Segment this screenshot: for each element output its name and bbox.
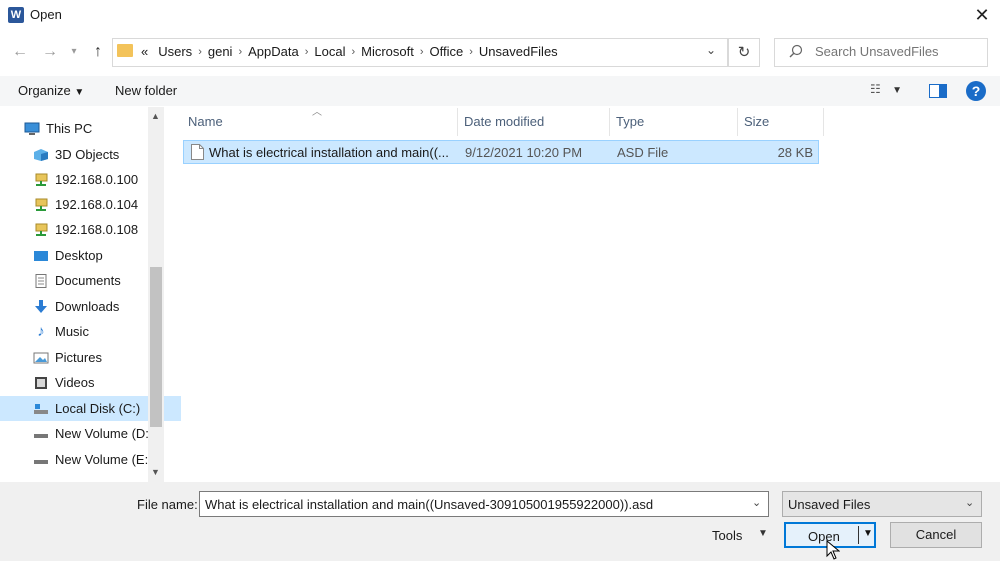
nav-item-label: New Volume (E:) [55,452,153,467]
file-date: 9/12/2021 10:20 PM [465,145,583,160]
breadcrumb-item[interactable]: Office [424,44,470,59]
desktop-icon [34,250,48,261]
nav-item-label: Documents [55,273,121,288]
file-row[interactable]: What is electrical installation and main… [183,140,819,164]
help-icon[interactable]: ? [966,81,986,101]
nav-item-label: 3D Objects [55,147,120,162]
music-icon: ♪ [37,322,45,340]
forward-arrow-icon: → [42,43,58,60]
search-box[interactable] [774,38,988,67]
videos-icon [35,376,47,389]
file-type: ASD File [617,145,669,160]
window-title: Open [30,7,62,22]
tools-button[interactable]: Tools [712,528,742,543]
drive-icon [34,459,48,464]
search-icon [789,44,803,58]
disk-icon [34,403,48,414]
nav-item-label: Downloads [55,299,120,314]
column-header-name[interactable]: Name [182,108,458,136]
file-icon [191,144,204,160]
split-divider [858,526,859,544]
word-app-icon: W [8,7,24,23]
title-bar: W Open ✕ [0,0,1000,30]
address-bar[interactable]: « Users › geni › AppData › Local › Microsoft… [112,38,728,67]
nav-item-label: This PC [46,121,93,136]
refresh-icon: ↻ [737,44,751,61]
nav-item-label: Desktop [55,248,103,263]
up-button[interactable]: ↑ [86,42,110,62]
recent-locations-button[interactable]: ▾ [62,42,86,62]
column-header-type[interactable]: Type [610,108,738,136]
search-input[interactable] [815,44,980,59]
organize-button[interactable]: Organize ▼ [18,83,84,98]
chevron-down-icon: ▾ [71,46,77,57]
change-view-button[interactable]: ☷ ▼ [870,82,910,100]
chevron-down-icon: ⌄ [705,43,717,57]
breadcrumb-overflow[interactable]: « [137,44,152,59]
command-bar: Organize ▼ New folder ☷ ▼ ? [0,76,1000,106]
scrollbar-thumb[interactable] [150,267,162,427]
scroll-down-icon[interactable]: ▼ [151,467,160,477]
file-name-value: What is electrical installation and main… [205,497,654,512]
nav-item-label: Pictures [55,350,102,365]
caret-down-icon: ▼ [74,87,85,98]
nav-item-label: New Volume (D: [55,426,149,441]
network-drive-icon [35,198,48,211]
organize-label: Organize [18,83,71,98]
nav-item-label: Music [55,324,89,339]
scroll-up-icon[interactable]: ▲ [151,111,160,121]
nav-item-label: Videos [55,375,95,390]
breadcrumb-item[interactable]: geni [202,44,239,59]
nav-item-label: 192.168.0.104 [55,197,139,212]
caret-down-icon: ▼ [892,85,903,96]
mouse-cursor-icon [826,540,840,560]
drive-icon [34,433,48,438]
breadcrumb: « Users › geni › AppData › Local › Microsoft… [137,44,564,59]
cancel-button[interactable]: Cancel [890,522,982,548]
address-dropdown[interactable]: ⌄ [701,43,721,61]
download-icon [35,299,47,313]
nav-item-label: 192.168.0.108 [55,222,139,237]
cube-icon [34,148,48,161]
up-arrow-icon: ↑ [94,43,102,60]
preview-pane-icon[interactable] [928,82,948,100]
nav-item-this-pc[interactable]: This PC [0,116,172,141]
file-type-select[interactable]: Unsaved Files ⌄ [782,491,982,517]
new-folder-button[interactable]: New folder [115,83,177,98]
breadcrumb-item[interactable]: Microsoft [355,44,420,59]
caret-down-icon[interactable]: ▼ [758,528,768,539]
column-headers: Name Date modified Type Size [182,108,824,136]
column-header-size[interactable]: Size [738,108,824,136]
close-icon: ✕ [974,5,990,25]
file-name-input[interactable]: What is electrical installation and main… [199,491,769,517]
back-arrow-icon: ← [12,43,28,60]
details-view-icon: ☷ [870,82,881,96]
network-drive-icon [35,223,48,236]
documents-icon [35,273,47,288]
file-name-label: File name: [137,497,198,512]
back-button[interactable]: ← [8,42,32,62]
nav-item-label: Local Disk (C:) [55,401,141,416]
network-drive-icon [35,173,48,186]
computer-icon [24,122,40,135]
close-button[interactable]: ✕ [964,2,1000,28]
folder-icon [117,44,133,57]
file-name: What is electrical installation and main… [209,145,449,160]
file-size: 28 KB [777,145,813,160]
forward-button[interactable]: → [38,42,62,62]
pictures-icon [33,352,49,363]
nav-item-label: 192.168.0.100 [55,172,139,187]
chevron-down-icon[interactable]: ⌄ [752,496,761,509]
breadcrumb-item[interactable]: UnsavedFiles [473,44,564,59]
navigation-scrollbar[interactable]: ▲ ▼ [148,107,164,482]
file-type-value: Unsaved Files [788,497,871,512]
navigation-pane: This PC 3D Objects 192.168.0.100 192.168… [0,107,181,482]
open-dropdown-icon[interactable]: ▼ [863,528,873,539]
chevron-down-icon: ⌄ [965,497,975,509]
breadcrumb-item[interactable]: Local [308,44,351,59]
breadcrumb-item[interactable]: Users [152,44,198,59]
breadcrumb-item[interactable]: AppData [242,44,305,59]
column-header-date[interactable]: Date modified [458,108,610,136]
refresh-button[interactable]: ↻ [728,38,760,67]
